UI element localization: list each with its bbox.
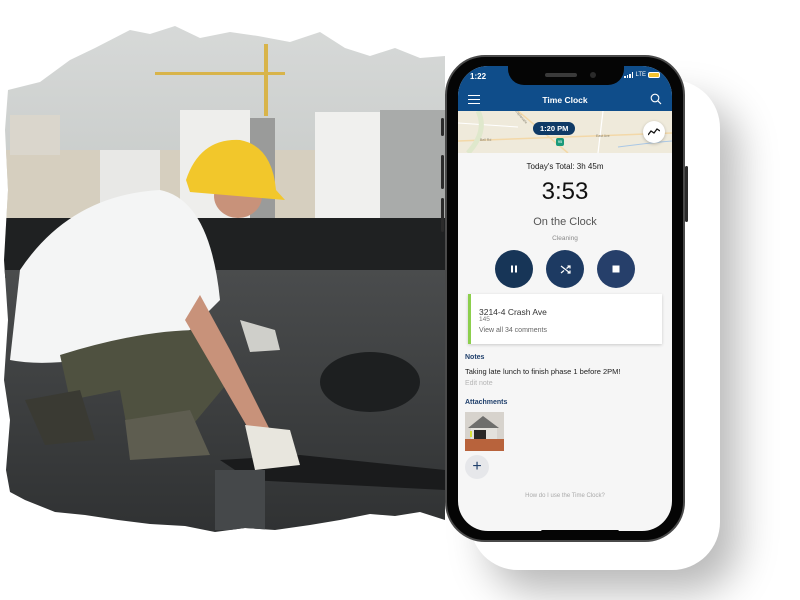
notes-text: Taking late lunch to finish phase 1 befo…: [465, 367, 621, 376]
trend-button[interactable]: [643, 121, 665, 143]
todays-total: Today's Total: 3h 45m: [526, 162, 604, 171]
network-type: LTE: [635, 72, 646, 78]
search-icon[interactable]: [650, 93, 662, 105]
stop-icon: [612, 265, 620, 273]
job-number: 145: [479, 316, 490, 323]
stop-button[interactable]: [597, 250, 635, 288]
status-time: 1:22: [470, 72, 487, 81]
add-attachment-button[interactable]: +: [465, 455, 489, 479]
clock-controls: [495, 250, 635, 288]
page-title: Time Clock: [542, 95, 588, 105]
house-photo-image: [465, 412, 504, 451]
location-map[interactable]: Bell Rd East Ave Esplanade 1:20 PM 95: [458, 111, 672, 153]
help-link[interactable]: How do I use the Time Clock?: [458, 493, 672, 499]
current-task: Cleaning: [552, 235, 578, 242]
map-street-label: Bell Rd: [480, 138, 492, 142]
view-comments-link[interactable]: View all 34 comments: [479, 327, 547, 334]
front-camera: [590, 72, 596, 78]
notes-heading: Notes: [465, 354, 485, 361]
pause-button[interactable]: [495, 250, 533, 288]
mute-switch: [441, 118, 444, 136]
edit-note-link[interactable]: Edit note: [465, 380, 493, 387]
home-indicator: [541, 530, 619, 533]
job-card[interactable]: 3214-4 Crash Ave 145 View all 34 comment…: [468, 294, 662, 344]
location-pin-icon[interactable]: 95: [556, 138, 564, 146]
pause-icon: [511, 265, 517, 273]
volume-down-button: [441, 198, 444, 232]
map-time-marker: 1:20 PM: [533, 122, 576, 135]
switch-task-button[interactable]: [546, 250, 584, 288]
battery-icon: [648, 72, 660, 78]
speaker-grille: [545, 73, 577, 77]
signal-icon: [624, 72, 634, 78]
trend-line-icon: [648, 128, 660, 136]
phone-screen: 1:22 LTE Time Clock Bell Rd East Ave Esp…: [458, 66, 672, 531]
shuffle-icon: [560, 264, 571, 274]
attachments-heading: Attachments: [465, 399, 508, 406]
volume-up-button: [441, 155, 444, 189]
clock-status: On the Clock: [533, 216, 597, 228]
power-button: [685, 166, 688, 222]
attachment-thumbnail[interactable]: [465, 412, 504, 451]
map-street-label: East Ave: [596, 134, 610, 138]
plus-icon: +: [472, 458, 482, 475]
elapsed-time: 3:53: [541, 178, 589, 205]
status-indicators: LTE: [624, 72, 660, 78]
